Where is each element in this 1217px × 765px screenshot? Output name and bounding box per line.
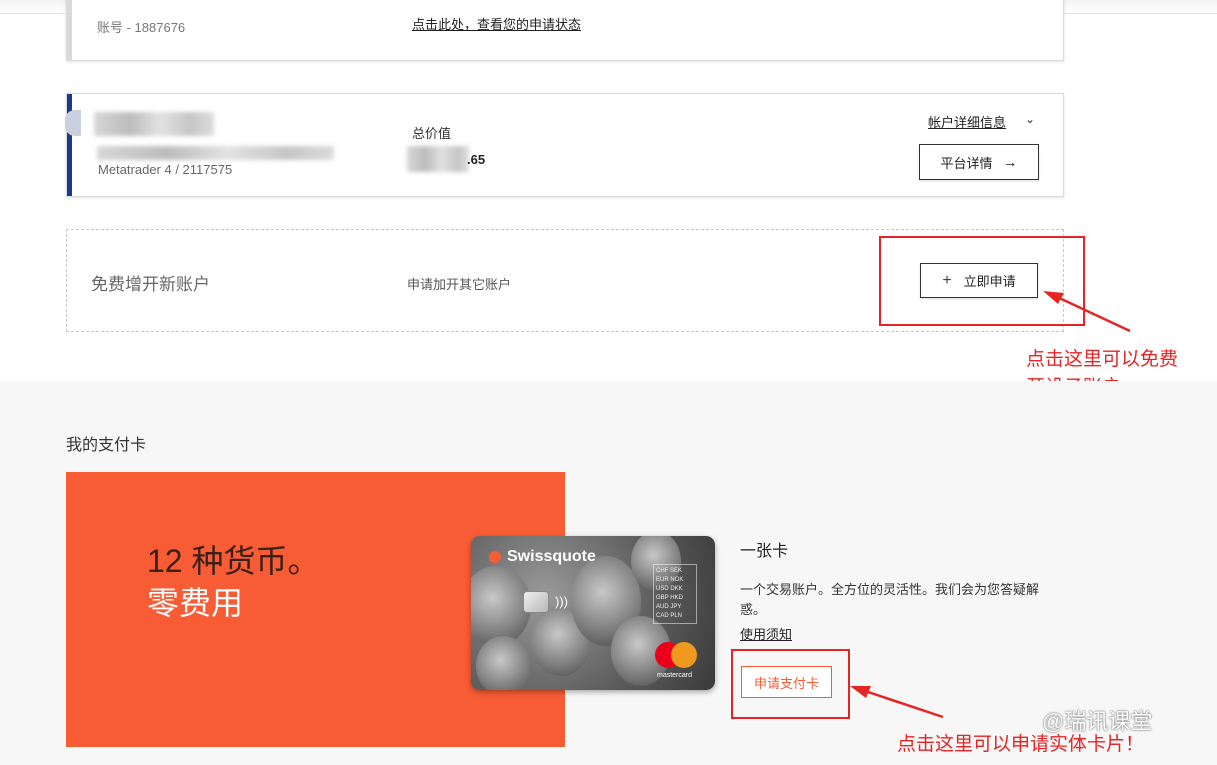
section-title: 我的支付卡 [66,437,147,454]
account-avatar [65,110,81,136]
card-brand-logo: Swissquote [489,548,596,566]
account-card-pending: 账号 - 1887676 点击此处，查看您的申请状态 [66,0,1064,61]
annotation-highlight-card [731,649,850,719]
redacted-account-name [94,112,214,136]
account-details-link[interactable]: 帐户详细信息 [928,112,1006,131]
card-chip [523,591,549,613]
card-description: 一个交易账户。全方位的灵活性。我们会为您答疑解惑。 [740,582,1040,617]
platform-details-button[interactable]: 平台详情 → [919,144,1039,180]
card-portrait [471,566,531,646]
account-card-accent-bar [67,0,72,60]
platform-account-id: Metatrader 4 / 2117575 [98,162,233,177]
new-account-title: 免费增开新账户 [91,275,210,294]
watermark: @瑞讯课堂 [1042,709,1153,734]
account-card-accent-bar [67,94,72,196]
total-value-label: 总价值 [412,126,452,141]
payment-card-image: Swissquote ))) CHF SEK EUR NOK USD DKK G… [471,536,715,690]
annotation-highlight-apply [879,236,1085,326]
page: 账号 - 1887676 点击此处，查看您的申请状态 Metatrader 4 … [0,0,1217,765]
annotation-line: 点击这里可以免费 [1026,349,1179,370]
chevron-down-icon[interactable]: ⌄ [1025,112,1035,126]
promo-line-fees: 零费用 [147,585,244,621]
card-currency-list: CHF SEK EUR NOK USD DKK GBP HKD AUD JPY … [653,564,697,624]
contactless-icon: ))) [555,594,568,609]
account-card-mt4[interactable]: Metatrader 4 / 2117575 总价值 .65 帐户详细信息 ⌄ … [65,93,1064,197]
card-title: 一张卡 [740,543,789,560]
new-account-description: 申请加开其它账户 [407,277,512,292]
account-number: 账号 - 1887676 [97,20,186,35]
card-portrait [476,636,531,690]
promo-line-currencies: 12 种货币。 [147,543,320,579]
application-status-link[interactable]: 点击此处，查看您的申请状态 [412,14,581,33]
redacted-account-info [97,146,334,160]
platform-details-label: 平台详情 [940,155,993,171]
total-value: .65 [467,152,486,167]
card-network-name: mastercard [657,672,693,679]
redacted-total-value [407,146,469,172]
terms-link[interactable]: 使用须知 [740,624,792,643]
mastercard-logo-orange [671,642,697,668]
arrow-right-icon: → [1002,153,1018,171]
